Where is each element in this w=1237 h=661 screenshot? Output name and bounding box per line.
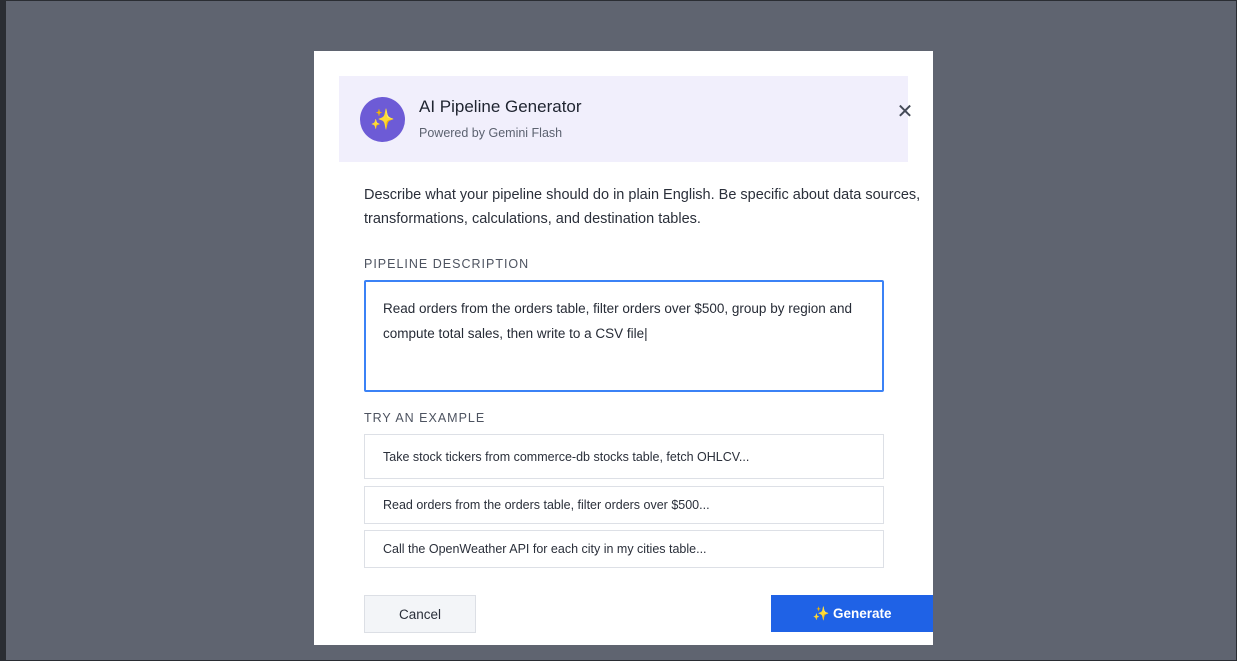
close-icon[interactable]: ✕ (894, 100, 916, 123)
pipeline-description-input[interactable]: Read orders from the orders table, filte… (364, 280, 884, 392)
generate-button[interactable]: ✨ Generate (771, 595, 933, 632)
pipeline-generator-dialog: ✨ AI Pipeline Generator Powered by Gemin… (314, 51, 933, 645)
pipeline-description-label: PIPELINE DESCRIPTION (364, 257, 530, 271)
try-example-label: TRY AN EXAMPLE (364, 411, 486, 425)
dialog-title: AI Pipeline Generator (419, 97, 582, 116)
dialog-subtitle: Powered by Gemini Flash (419, 126, 563, 140)
example-item-stock-tickers[interactable]: Take stock tickers from commerce-db stoc… (364, 434, 884, 479)
dialog-description: Describe what your pipeline should do in… (364, 187, 921, 227)
dialog-header: ✨ AI Pipeline Generator Powered by Gemin… (339, 76, 908, 162)
cancel-button[interactable]: Cancel (364, 595, 476, 633)
example-item-orders[interactable]: Read orders from the orders table, filte… (364, 486, 884, 524)
example-item-openweather[interactable]: Call the OpenWeather API for each city i… (364, 530, 884, 568)
sparkles-icon: ✨ (360, 97, 405, 142)
